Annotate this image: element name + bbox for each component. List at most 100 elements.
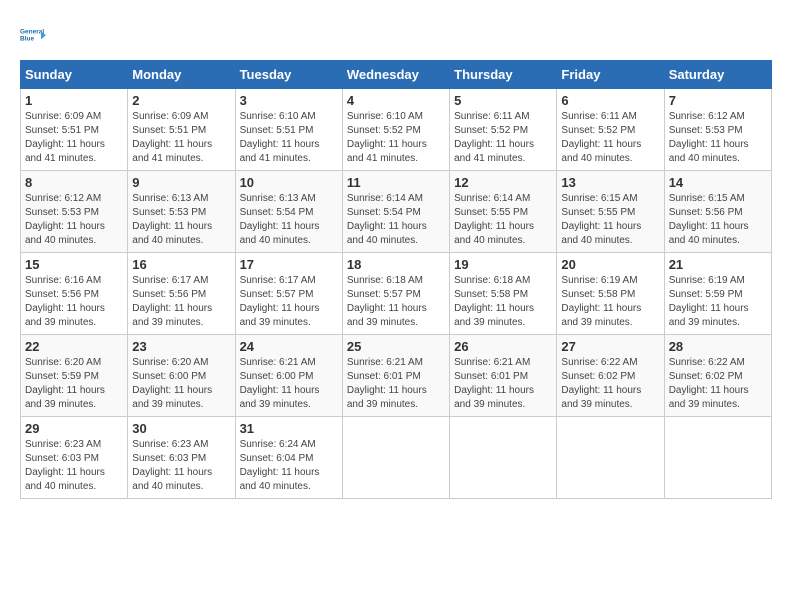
header-wednesday: Wednesday [342,61,449,89]
day-info: Sunrise: 6:22 AM Sunset: 6:02 PM Dayligh… [561,356,659,412]
day-number: 4 [347,93,445,108]
day-cell: 15 Sunrise: 6:16 AM Sunset: 5:56 PM Dayl… [21,253,128,335]
day-cell: 12 Sunrise: 6:14 AM Sunset: 5:55 PM Dayl… [450,171,557,253]
day-cell: 31 Sunrise: 6:24 AM Sunset: 6:04 PM Dayl… [235,417,342,499]
day-info: Sunrise: 6:10 AM Sunset: 5:51 PM Dayligh… [240,110,338,166]
day-cell: 1 Sunrise: 6:09 AM Sunset: 5:51 PM Dayli… [21,89,128,171]
week-row-4: 22 Sunrise: 6:20 AM Sunset: 5:59 PM Dayl… [21,335,772,417]
day-info: Sunrise: 6:23 AM Sunset: 6:03 PM Dayligh… [25,438,123,494]
day-cell [557,417,664,499]
day-number: 3 [240,93,338,108]
day-info: Sunrise: 6:19 AM Sunset: 5:59 PM Dayligh… [669,274,767,330]
day-info: Sunrise: 6:09 AM Sunset: 5:51 PM Dayligh… [25,110,123,166]
day-cell [664,417,771,499]
day-info: Sunrise: 6:20 AM Sunset: 5:59 PM Dayligh… [25,356,123,412]
day-cell: 26 Sunrise: 6:21 AM Sunset: 6:01 PM Dayl… [450,335,557,417]
header-thursday: Thursday [450,61,557,89]
day-number: 26 [454,339,552,354]
day-number: 20 [561,257,659,272]
calendar-header-row: SundayMondayTuesdayWednesdayThursdayFrid… [21,61,772,89]
week-row-2: 8 Sunrise: 6:12 AM Sunset: 5:53 PM Dayli… [21,171,772,253]
svg-text:Blue: Blue [20,35,34,42]
header-tuesday: Tuesday [235,61,342,89]
day-number: 7 [669,93,767,108]
week-row-1: 1 Sunrise: 6:09 AM Sunset: 5:51 PM Dayli… [21,89,772,171]
day-number: 28 [669,339,767,354]
logo: GeneralBlue [20,20,54,50]
week-row-5: 29 Sunrise: 6:23 AM Sunset: 6:03 PM Dayl… [21,417,772,499]
day-number: 13 [561,175,659,190]
header: GeneralBlue [20,20,772,50]
day-info: Sunrise: 6:17 AM Sunset: 5:56 PM Dayligh… [132,274,230,330]
day-cell: 3 Sunrise: 6:10 AM Sunset: 5:51 PM Dayli… [235,89,342,171]
day-info: Sunrise: 6:23 AM Sunset: 6:03 PM Dayligh… [132,438,230,494]
day-number: 14 [669,175,767,190]
day-info: Sunrise: 6:20 AM Sunset: 6:00 PM Dayligh… [132,356,230,412]
logo-icon: GeneralBlue [20,20,50,50]
day-info: Sunrise: 6:18 AM Sunset: 5:57 PM Dayligh… [347,274,445,330]
day-number: 8 [25,175,123,190]
day-info: Sunrise: 6:11 AM Sunset: 5:52 PM Dayligh… [454,110,552,166]
day-info: Sunrise: 6:14 AM Sunset: 5:54 PM Dayligh… [347,192,445,248]
day-info: Sunrise: 6:09 AM Sunset: 5:51 PM Dayligh… [132,110,230,166]
day-number: 24 [240,339,338,354]
header-monday: Monday [128,61,235,89]
day-cell [342,417,449,499]
day-cell: 14 Sunrise: 6:15 AM Sunset: 5:56 PM Dayl… [664,171,771,253]
day-cell: 13 Sunrise: 6:15 AM Sunset: 5:55 PM Dayl… [557,171,664,253]
header-friday: Friday [557,61,664,89]
day-info: Sunrise: 6:21 AM Sunset: 6:01 PM Dayligh… [347,356,445,412]
day-cell: 21 Sunrise: 6:19 AM Sunset: 5:59 PM Dayl… [664,253,771,335]
day-cell: 19 Sunrise: 6:18 AM Sunset: 5:58 PM Dayl… [450,253,557,335]
day-cell: 24 Sunrise: 6:21 AM Sunset: 6:00 PM Dayl… [235,335,342,417]
day-cell: 9 Sunrise: 6:13 AM Sunset: 5:53 PM Dayli… [128,171,235,253]
day-number: 31 [240,421,338,436]
day-number: 10 [240,175,338,190]
day-info: Sunrise: 6:17 AM Sunset: 5:57 PM Dayligh… [240,274,338,330]
day-cell: 18 Sunrise: 6:18 AM Sunset: 5:57 PM Dayl… [342,253,449,335]
day-number: 15 [25,257,123,272]
day-number: 5 [454,93,552,108]
day-cell: 27 Sunrise: 6:22 AM Sunset: 6:02 PM Dayl… [557,335,664,417]
day-number: 19 [454,257,552,272]
day-cell: 22 Sunrise: 6:20 AM Sunset: 5:59 PM Dayl… [21,335,128,417]
day-cell: 6 Sunrise: 6:11 AM Sunset: 5:52 PM Dayli… [557,89,664,171]
header-saturday: Saturday [664,61,771,89]
day-cell: 25 Sunrise: 6:21 AM Sunset: 6:01 PM Dayl… [342,335,449,417]
day-info: Sunrise: 6:21 AM Sunset: 6:01 PM Dayligh… [454,356,552,412]
day-info: Sunrise: 6:16 AM Sunset: 5:56 PM Dayligh… [25,274,123,330]
day-number: 27 [561,339,659,354]
day-number: 2 [132,93,230,108]
day-number: 11 [347,175,445,190]
day-info: Sunrise: 6:18 AM Sunset: 5:58 PM Dayligh… [454,274,552,330]
day-cell: 8 Sunrise: 6:12 AM Sunset: 5:53 PM Dayli… [21,171,128,253]
day-number: 25 [347,339,445,354]
day-number: 23 [132,339,230,354]
day-info: Sunrise: 6:12 AM Sunset: 5:53 PM Dayligh… [25,192,123,248]
day-info: Sunrise: 6:24 AM Sunset: 6:04 PM Dayligh… [240,438,338,494]
day-number: 1 [25,93,123,108]
week-row-3: 15 Sunrise: 6:16 AM Sunset: 5:56 PM Dayl… [21,253,772,335]
day-info: Sunrise: 6:14 AM Sunset: 5:55 PM Dayligh… [454,192,552,248]
day-info: Sunrise: 6:21 AM Sunset: 6:00 PM Dayligh… [240,356,338,412]
day-info: Sunrise: 6:10 AM Sunset: 5:52 PM Dayligh… [347,110,445,166]
day-info: Sunrise: 6:13 AM Sunset: 5:53 PM Dayligh… [132,192,230,248]
day-cell: 2 Sunrise: 6:09 AM Sunset: 5:51 PM Dayli… [128,89,235,171]
day-cell: 20 Sunrise: 6:19 AM Sunset: 5:58 PM Dayl… [557,253,664,335]
svg-text:General: General [20,28,44,35]
day-info: Sunrise: 6:15 AM Sunset: 5:56 PM Dayligh… [669,192,767,248]
day-number: 30 [132,421,230,436]
day-number: 16 [132,257,230,272]
day-number: 21 [669,257,767,272]
day-number: 6 [561,93,659,108]
day-number: 9 [132,175,230,190]
day-cell: 29 Sunrise: 6:23 AM Sunset: 6:03 PM Dayl… [21,417,128,499]
day-number: 17 [240,257,338,272]
day-cell: 7 Sunrise: 6:12 AM Sunset: 5:53 PM Dayli… [664,89,771,171]
day-info: Sunrise: 6:15 AM Sunset: 5:55 PM Dayligh… [561,192,659,248]
day-cell [450,417,557,499]
day-number: 29 [25,421,123,436]
day-info: Sunrise: 6:19 AM Sunset: 5:58 PM Dayligh… [561,274,659,330]
day-cell: 17 Sunrise: 6:17 AM Sunset: 5:57 PM Dayl… [235,253,342,335]
day-cell: 11 Sunrise: 6:14 AM Sunset: 5:54 PM Dayl… [342,171,449,253]
